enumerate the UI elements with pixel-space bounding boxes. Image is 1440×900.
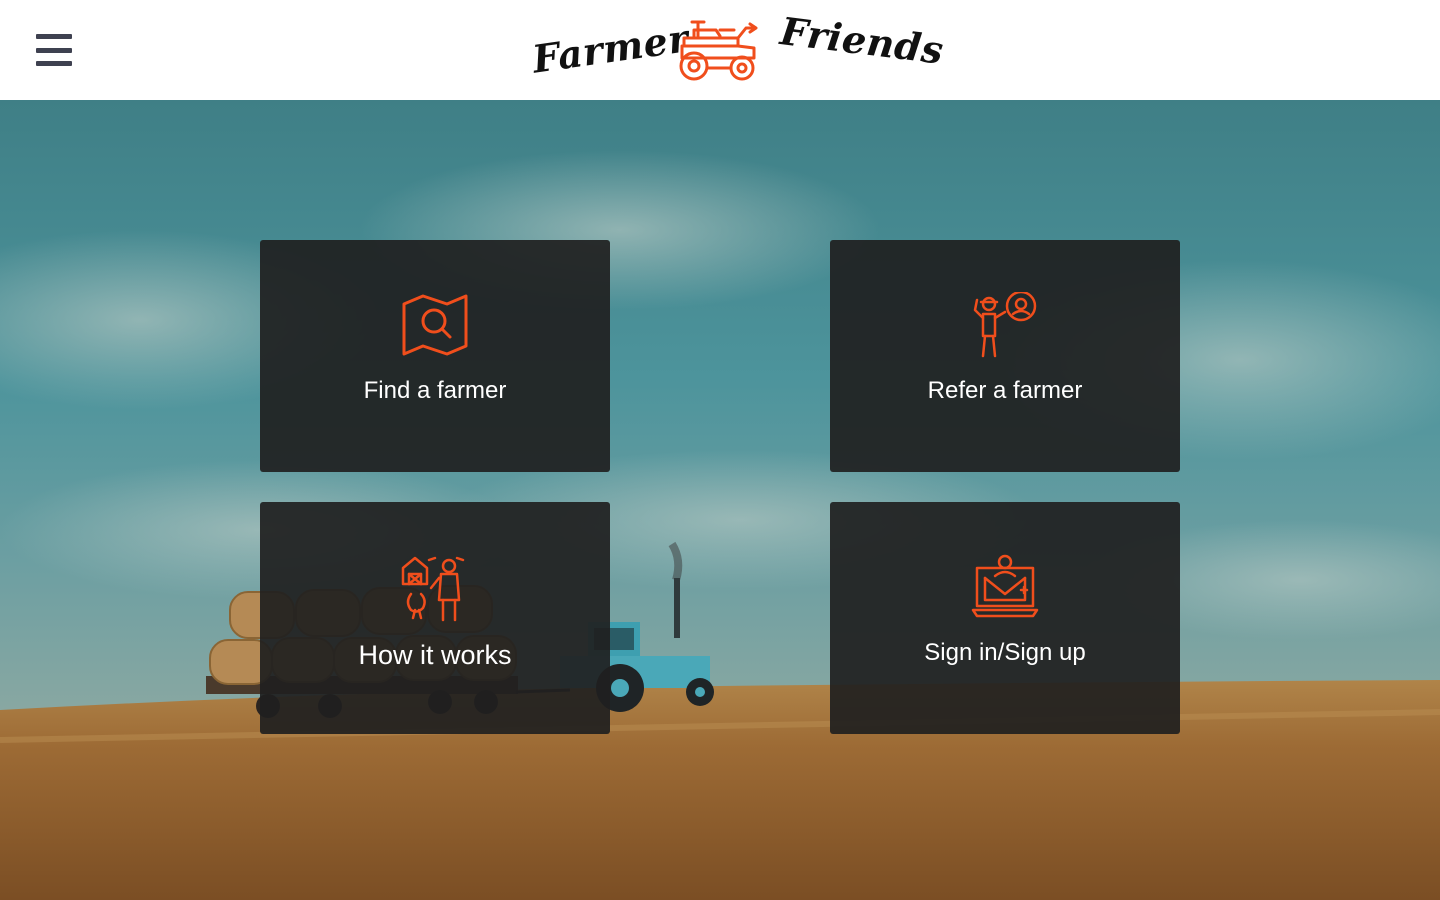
sign-in-card[interactable]: Sign in/Sign up — [830, 502, 1180, 734]
hamburger-menu-icon[interactable] — [36, 34, 72, 66]
refer-farmer-card[interactable]: Refer a farmer — [830, 240, 1180, 472]
farm-workflow-icon — [401, 556, 465, 622]
find-farmer-card[interactable]: Find a farmer — [260, 240, 610, 472]
site-header: Farmer Friends — [0, 0, 1440, 100]
logo-word-friends: Friends — [777, 8, 947, 73]
map-search-icon — [402, 294, 468, 356]
menu-bar — [36, 47, 72, 53]
farm-background-image — [0, 100, 1440, 900]
refer-farmer-label: Refer a farmer — [927, 377, 1083, 404]
how-it-works-card[interactable]: How it works — [260, 502, 610, 734]
menu-bar — [36, 34, 72, 39]
how-it-works-label: How it works — [358, 640, 512, 670]
tractor-icon — [679, 20, 758, 81]
sign-in-label: Sign in/Sign up — [924, 639, 1086, 666]
logo-word-farmer: Farmer — [529, 15, 692, 82]
site-logo[interactable]: Farmer Friends — [528, 8, 947, 88]
hero-section: Find a farmer Refer a farmer How it work… — [0, 100, 1440, 900]
menu-bar — [36, 61, 72, 66]
laptop-user-icon — [971, 554, 1039, 618]
farmer-refer-icon — [973, 292, 1037, 358]
find-farmer-label: Find a farmer — [363, 377, 507, 404]
